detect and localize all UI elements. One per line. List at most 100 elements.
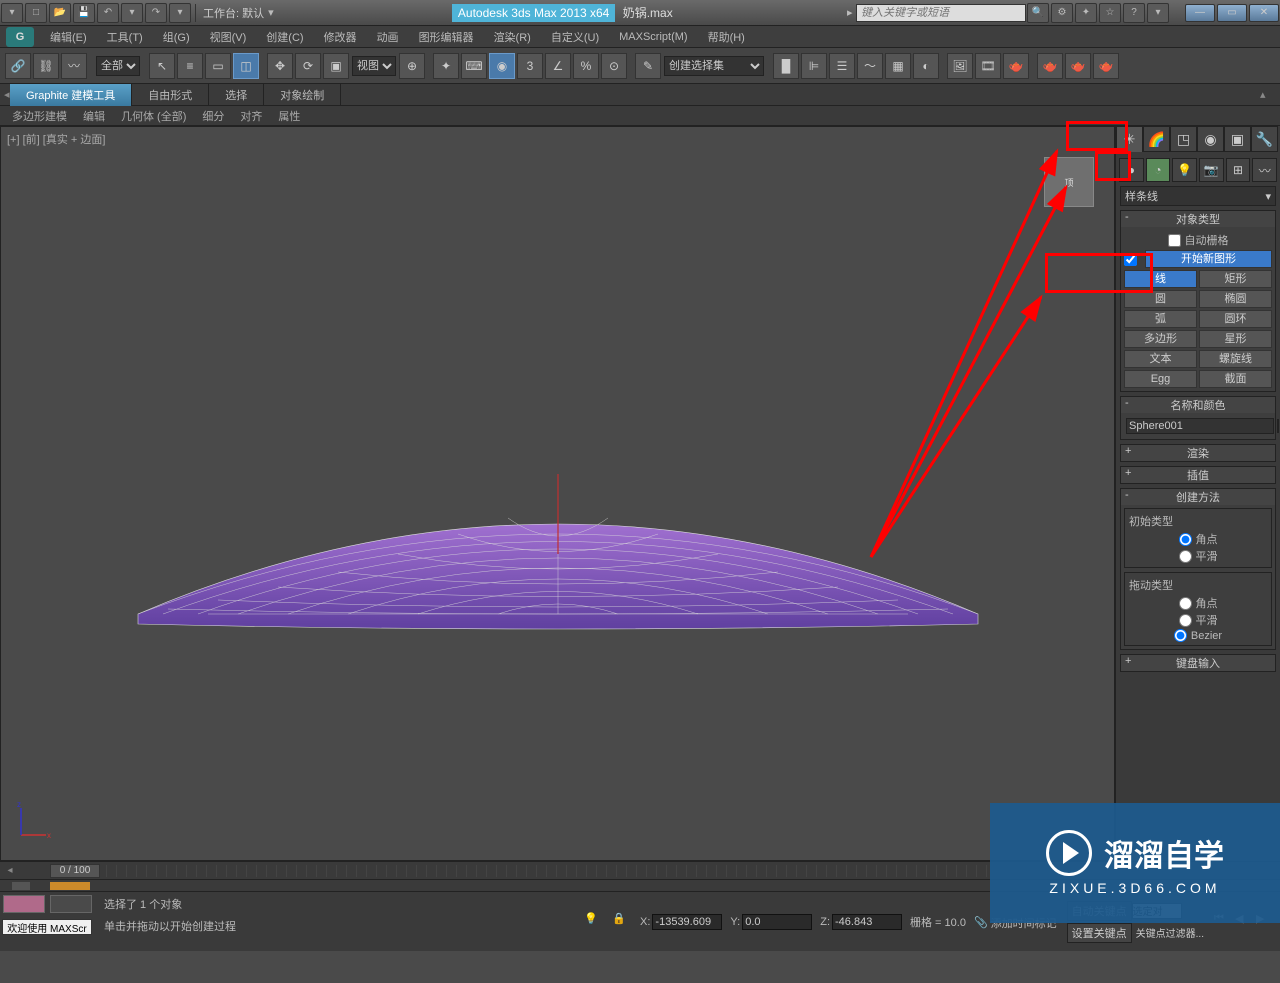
mini-viewport-1[interactable] (3, 895, 45, 913)
select-region-icon[interactable]: ▭ (205, 53, 231, 79)
startnew-checkbox[interactable] (1124, 253, 1137, 266)
editor-icon[interactable]: ✎ (635, 53, 661, 79)
category-select[interactable]: 样条线▾ (1120, 186, 1276, 206)
rollout-header-object-type[interactable]: -对象类型 (1121, 211, 1275, 227)
snap-3d-icon[interactable]: 3 (517, 53, 543, 79)
render-active-icon[interactable]: 🫖 (1093, 53, 1119, 79)
render-iter-icon[interactable]: 🫖 (1065, 53, 1091, 79)
clip-icon[interactable]: 📎 (974, 916, 988, 929)
lock-icon[interactable]: 💡 (584, 912, 604, 932)
coord-system-select[interactable]: 视图 (352, 56, 396, 76)
select-name-icon[interactable]: ≡ (177, 53, 203, 79)
rollout-header-creation[interactable]: -创建方法 (1121, 489, 1275, 505)
manipulate-icon[interactable]: ✦ (433, 53, 459, 79)
btn-star[interactable]: 星形 (1199, 330, 1272, 348)
radio-drag-smooth[interactable] (1179, 614, 1192, 627)
btn-helix[interactable]: 螺旋线 (1199, 350, 1272, 368)
help-icon[interactable]: ? (1123, 3, 1145, 23)
app-logo-icon[interactable]: G (6, 27, 34, 47)
object-name-input[interactable] (1126, 418, 1274, 434)
ribbon-min-icon[interactable]: ▴ (1260, 88, 1280, 101)
coord-z-input[interactable] (832, 914, 902, 930)
material-icon[interactable]: ◐ (913, 53, 939, 79)
schematic-icon[interactable]: ▦ (885, 53, 911, 79)
menu-edit[interactable]: 编辑(E) (40, 26, 97, 48)
timeline-handle[interactable]: 0 / 100 (50, 864, 100, 878)
render-setup-icon[interactable]: 🖼 (947, 53, 973, 79)
save-icon[interactable]: 💾 (73, 3, 95, 23)
subtab-helpers-icon[interactable]: ⊞ (1226, 158, 1251, 182)
render-icon[interactable]: 🫖 (1003, 53, 1029, 79)
tab-utilities-icon[interactable]: 🔧 (1251, 126, 1278, 152)
scale-icon[interactable]: ▣ (323, 53, 349, 79)
radio-drag-corner[interactable] (1179, 597, 1192, 610)
coord-y-input[interactable] (742, 914, 812, 930)
selection-filter-select[interactable]: 全部 (96, 56, 140, 76)
sel-lock-icon[interactable]: 🔒 (612, 912, 632, 932)
open-icon[interactable]: 📂 (49, 3, 71, 23)
viewport[interactable]: [+] [前] [真实 + 边面] 顶 (0, 126, 1115, 861)
keyfilter-button[interactable]: 关键点过滤器... (1136, 925, 1204, 940)
coord-x-input[interactable] (652, 914, 722, 930)
named-set-select[interactable]: 创建选择集 (664, 56, 764, 76)
btn-text[interactable]: 文本 (1124, 350, 1197, 368)
subscription-icon[interactable]: ⚙ (1051, 3, 1073, 23)
align-icon[interactable]: ⊫ (801, 53, 827, 79)
btn-arc[interactable]: 弧 (1124, 310, 1197, 328)
tab-motion-icon[interactable]: ◉ (1197, 126, 1224, 152)
btn-line[interactable]: 线 (1124, 270, 1197, 288)
exchange-icon[interactable]: ✦ (1075, 3, 1097, 23)
tab-hierarchy-icon[interactable]: ◳ (1170, 126, 1197, 152)
bind-icon[interactable]: 〰 (61, 53, 87, 79)
undo-dd-icon[interactable]: ▾ (121, 3, 143, 23)
snap-icon[interactable]: ◉ (489, 53, 515, 79)
new-icon[interactable]: □ (25, 3, 47, 23)
autogrid-checkbox[interactable] (1168, 234, 1181, 247)
keyboard-icon[interactable]: ⌨ (461, 53, 487, 79)
ribbon-tab-freeform[interactable]: 自由形式 (132, 84, 209, 106)
timeline-left-icon[interactable]: ◂ (0, 865, 20, 876)
close-button[interactable]: ✕ (1249, 4, 1279, 22)
sub-geometry[interactable]: 几何体 (全部) (113, 106, 194, 126)
btn-ngon[interactable]: 多边形 (1124, 330, 1197, 348)
spinner-snap-icon[interactable]: ⊙ (601, 53, 627, 79)
curve-editor-icon[interactable]: 〜 (857, 53, 883, 79)
ribbon-collapse-icon[interactable]: ◂ (0, 88, 10, 101)
minimize-button[interactable]: — (1185, 4, 1215, 22)
btn-rectangle[interactable]: 矩形 (1199, 270, 1272, 288)
app-menu-icon[interactable]: ▾ (1, 3, 23, 23)
rotate-icon[interactable]: ⟳ (295, 53, 321, 79)
radio-initial-smooth[interactable] (1179, 550, 1192, 563)
angle-snap-icon[interactable]: ∠ (545, 53, 571, 79)
render-prod-icon[interactable]: 🫖 (1037, 53, 1063, 79)
btn-section[interactable]: 截面 (1199, 370, 1272, 388)
mirror-icon[interactable]: ▐▌ (773, 53, 799, 79)
select-icon[interactable]: ↖ (149, 53, 175, 79)
favorite-icon[interactable]: ☆ (1099, 3, 1121, 23)
tab-create-icon[interactable]: ✳ (1116, 126, 1143, 152)
ribbon-tab-selection[interactable]: 选择 (209, 84, 264, 106)
rollout-header-keyboard[interactable]: +键盘输入 (1121, 655, 1275, 671)
help-dd-icon[interactable]: ▾ (1147, 3, 1169, 23)
menu-maxscript[interactable]: MAXScript(M) (609, 28, 697, 46)
sub-properties[interactable]: 属性 (270, 106, 308, 126)
sub-edit[interactable]: 编辑 (75, 106, 113, 126)
search-input[interactable] (856, 4, 1026, 22)
subtab-lights-icon[interactable]: 💡 (1172, 158, 1197, 182)
btn-egg[interactable]: Egg (1124, 370, 1197, 388)
sub-align[interactable]: 对齐 (232, 106, 270, 126)
menu-view[interactable]: 视图(V) (200, 26, 257, 48)
redo-dd-icon[interactable]: ▾ (169, 3, 191, 23)
rollout-header-render[interactable]: +渲染 (1121, 445, 1275, 461)
move-icon[interactable]: ✥ (267, 53, 293, 79)
menu-tools[interactable]: 工具(T) (97, 26, 153, 48)
undo-icon[interactable]: ↶ (97, 3, 119, 23)
percent-snap-icon[interactable]: % (573, 53, 599, 79)
viewport-label[interactable]: [+] [前] [真实 + 边面] (7, 131, 105, 147)
tab-modify-icon[interactable]: 🌈 (1143, 126, 1170, 152)
rollout-header-name[interactable]: -名称和颜色 (1121, 397, 1275, 413)
radio-drag-bezier[interactable] (1174, 629, 1187, 642)
subtab-spacewarps-icon[interactable]: 〰 (1252, 158, 1277, 182)
btn-circle[interactable]: 圆 (1124, 290, 1197, 308)
rollout-header-interp[interactable]: +插值 (1121, 467, 1275, 483)
